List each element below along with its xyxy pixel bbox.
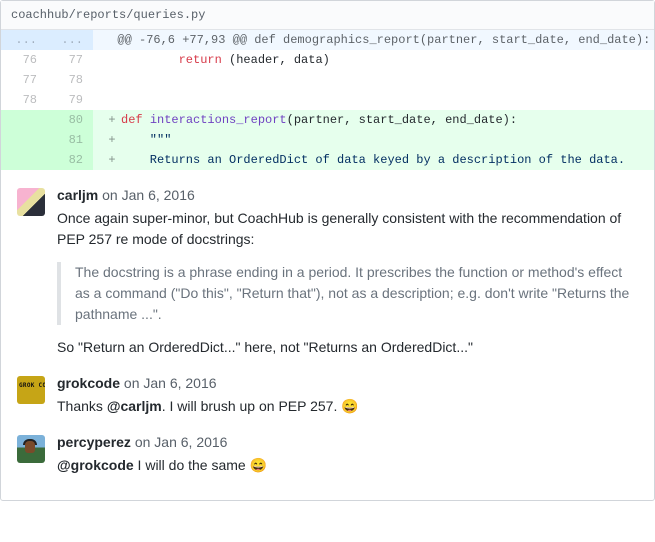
comment-author[interactable]: grokcode [57, 375, 120, 391]
avatar[interactable] [17, 376, 45, 404]
line-number-new: 80 [47, 110, 93, 130]
code-line: +def interactions_report(partner, start_… [93, 110, 654, 130]
keyword: def [121, 113, 143, 127]
file-path[interactable]: coachhub/reports/queries.py [1, 1, 654, 30]
comment-text: @grokcode I will do the same 😄 [57, 455, 638, 476]
string-text: """ [121, 133, 171, 147]
space [143, 113, 150, 127]
comment-body: percyperez on Jan 6, 2016 @grokcode I wi… [57, 433, 638, 480]
string-text: Returns an OrderedDict of data keyed by … [121, 153, 625, 167]
function-name: interactions_report [150, 113, 287, 127]
review-comment: grokcode on Jan 6, 2016 Thanks @carljm. … [1, 366, 654, 425]
line-number-new: 81 [47, 130, 93, 150]
comment-time[interactable]: on Jan 6, 2016 [135, 434, 228, 450]
code-line [93, 70, 654, 90]
diff-line-added: 80 +def interactions_report(partner, sta… [1, 110, 654, 130]
diff-table: ... ... @@ -76,6 +77,93 @@ def demograph… [1, 30, 654, 170]
diff-line-added: 81 + """ [1, 130, 654, 150]
diff-line-added: 82 + Returns an OrderedDict of data keye… [1, 150, 654, 170]
code-line [93, 90, 654, 110]
review-comments: carljm on Jan 6, 2016 Once again super-m… [1, 170, 654, 500]
text: . I will brush up on PEP 257. 😄 [162, 398, 359, 414]
review-comment: percyperez on Jan 6, 2016 @grokcode I wi… [1, 425, 654, 484]
line-number-new: ... [47, 30, 93, 50]
add-sign: + [103, 130, 121, 150]
code-indent [121, 53, 179, 67]
keyword: return [179, 53, 222, 67]
quote-text: The docstring is a phrase ending in a pe… [75, 262, 638, 325]
diff-line: 78 79 [1, 90, 654, 110]
avatar[interactable] [17, 435, 45, 463]
add-sign: + [103, 150, 121, 170]
comment-author[interactable]: carljm [57, 187, 98, 203]
line-number-new: 79 [47, 90, 93, 110]
comment-paragraph: Once again super-minor, but CoachHub is … [57, 208, 638, 250]
comment-paragraph: Thanks @carljm. I will brush up on PEP 2… [57, 396, 638, 417]
code-line: + Returns an OrderedDict of data keyed b… [93, 150, 654, 170]
diff-line: 77 78 [1, 70, 654, 90]
avatar[interactable] [17, 188, 45, 216]
comment-text: Thanks @carljm. I will brush up on PEP 2… [57, 396, 638, 417]
code-line: return (header, data) [93, 50, 654, 70]
line-number-old [1, 150, 47, 170]
hunk-header: @@ -76,6 +77,93 @@ def demographics_repo… [93, 30, 654, 50]
comment-header: grokcode on Jan 6, 2016 [57, 374, 638, 392]
text: I will do the same 😄 [134, 457, 267, 473]
code-line: + """ [93, 130, 654, 150]
review-comment: carljm on Jan 6, 2016 Once again super-m… [1, 178, 654, 366]
comment-author[interactable]: percyperez [57, 434, 131, 450]
code-text: (header, data) [222, 53, 330, 67]
text: Thanks [57, 398, 107, 414]
comment-body: grokcode on Jan 6, 2016 Thanks @carljm. … [57, 374, 638, 421]
comment-body: carljm on Jan 6, 2016 Once again super-m… [57, 186, 638, 362]
line-number-old: 78 [1, 90, 47, 110]
line-number-new: 78 [47, 70, 93, 90]
line-number-old [1, 130, 47, 150]
code-text: (partner, start_date, end_date): [287, 113, 517, 127]
mention[interactable]: @grokcode [57, 457, 134, 473]
line-number-old: ... [1, 30, 47, 50]
comment-paragraph: @grokcode I will do the same 😄 [57, 455, 638, 476]
line-number-old: 77 [1, 70, 47, 90]
comment-text: Once again super-minor, but CoachHub is … [57, 208, 638, 358]
blockquote: The docstring is a phrase ending in a pe… [57, 262, 638, 325]
line-number-old [1, 110, 47, 130]
diff-file: coachhub/reports/queries.py ... ... @@ -… [0, 0, 655, 501]
diff-line: 76 77 return (header, data) [1, 50, 654, 70]
hunk-header-row: ... ... @@ -76,6 +77,93 @@ def demograph… [1, 30, 654, 50]
line-number-new: 82 [47, 150, 93, 170]
comment-time[interactable]: on Jan 6, 2016 [102, 187, 195, 203]
line-number-old: 76 [1, 50, 47, 70]
add-sign: + [103, 110, 121, 130]
comment-header: carljm on Jan 6, 2016 [57, 186, 638, 204]
comment-time[interactable]: on Jan 6, 2016 [124, 375, 217, 391]
comment-paragraph: So "Return an OrderedDict..." here, not … [57, 337, 638, 358]
comment-header: percyperez on Jan 6, 2016 [57, 433, 638, 451]
line-number-new: 77 [47, 50, 93, 70]
mention[interactable]: @carljm [107, 398, 162, 414]
